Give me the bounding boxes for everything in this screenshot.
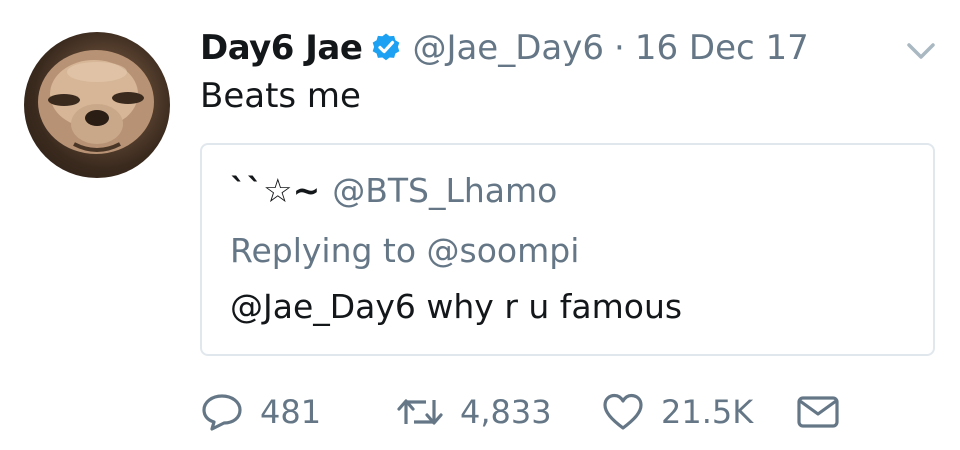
like-count: 21.5K <box>661 393 754 431</box>
quoted-tweet[interactable]: ``☆~ @BTS_Lhamo Replying to @soompi @Jae… <box>200 143 935 356</box>
quoted-text: @Jae_Day6 why r u famous <box>230 287 683 326</box>
tweet-actions: 481 4,833 21.5K <box>200 390 841 434</box>
quoted-display-name[interactable]: ``☆~ <box>230 171 320 210</box>
heart-icon <box>603 393 643 430</box>
envelope-icon <box>797 396 839 428</box>
reply-count: 481 <box>260 393 322 431</box>
retweet-button[interactable]: 4,833 <box>396 392 601 432</box>
dog-face-icon <box>38 50 154 154</box>
reply-button[interactable]: 481 <box>200 392 396 432</box>
display-name[interactable]: Day6 Jae <box>200 28 363 68</box>
tweet: Day6 Jae @Jae_Day6 · 16 Dec 17 Beats me … <box>0 0 960 450</box>
tweet-text: Beats me <box>200 76 361 116</box>
like-button[interactable]: 21.5K <box>601 392 795 432</box>
verified-badge-icon <box>370 32 402 64</box>
separator-dot: · <box>614 28 625 68</box>
author-handle[interactable]: @Jae_Day6 <box>412 28 604 68</box>
quoted-author: ``☆~ @BTS_Lhamo <box>230 171 557 210</box>
direct-message-button[interactable] <box>795 392 841 432</box>
avatar[interactable] <box>24 32 170 178</box>
quoted-replying-to: Replying to @soompi <box>230 231 580 270</box>
tweet-header: Day6 Jae @Jae_Day6 · 16 Dec 17 <box>200 26 809 70</box>
tweet-date[interactable]: 16 Dec 17 <box>635 28 809 68</box>
retweet-count: 4,833 <box>460 393 552 431</box>
retweet-icon <box>397 399 443 425</box>
chevron-down-icon[interactable] <box>904 38 938 64</box>
reply-icon <box>202 394 242 431</box>
quoted-handle[interactable]: @BTS_Lhamo <box>332 171 557 210</box>
